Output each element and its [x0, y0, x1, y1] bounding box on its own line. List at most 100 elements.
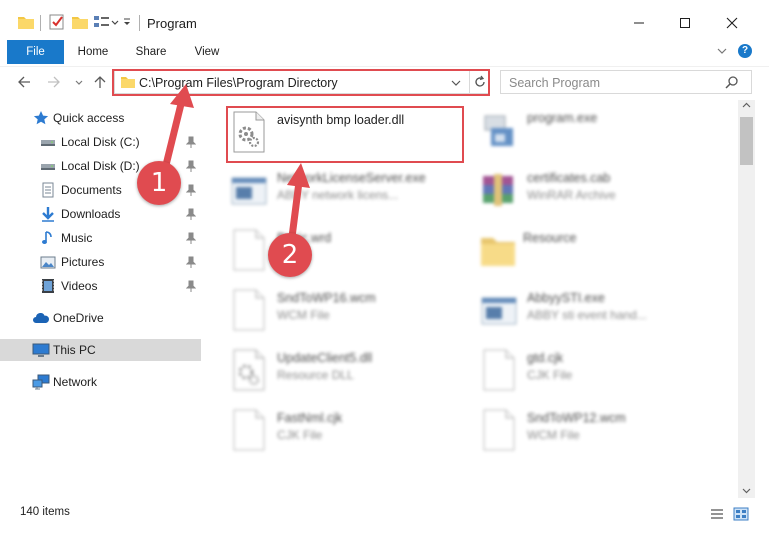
scrollbar-thumb[interactable]: [740, 117, 753, 165]
sidebar-item-music[interactable]: Music: [0, 227, 201, 249]
file-name: FastNml.cjk: [277, 411, 343, 425]
documents-icon: [40, 182, 56, 198]
pin-icon[interactable]: [186, 184, 196, 196]
step-1-marker: 1: [137, 161, 181, 205]
file-type: WCM File: [527, 428, 580, 442]
customize-toolbar-icon[interactable]: [122, 13, 132, 31]
arrow-up-icon: [94, 76, 106, 88]
search-icon[interactable]: [725, 75, 739, 89]
sidebar-item-quick-access[interactable]: Quick access: [0, 107, 201, 129]
file-item-fastnml-cjk[interactable]: FastNml.cjk CJK File: [229, 406, 469, 458]
window-app-icon: [479, 288, 519, 332]
help-icon[interactable]: ?: [738, 44, 752, 58]
file-item-sndtowp16-wcm[interactable]: SndToWP16.wcm WCM File: [229, 286, 469, 338]
file-type: Resource DLL: [277, 368, 354, 382]
network-icon: [32, 374, 50, 390]
chevron-down-icon[interactable]: [110, 13, 120, 31]
file-item-abbyysti-exe[interactable]: AbbyySTI.exe ABBY sti event hand...: [479, 286, 719, 338]
new-folder-icon[interactable]: [71, 13, 89, 31]
file-item-networklicenseserver-exe[interactable]: NetworkLicenseServer.exe ABBY network li…: [229, 166, 469, 218]
vertical-scrollbar[interactable]: [738, 100, 755, 498]
sidebar-item-onedrive[interactable]: OneDrive: [0, 307, 201, 329]
file-type: CJK File: [277, 428, 323, 442]
blank-file-icon: [229, 408, 269, 452]
tab-share[interactable]: Share: [128, 40, 174, 64]
folder-icon[interactable]: [17, 13, 35, 31]
tab-file[interactable]: File: [7, 40, 64, 64]
large-icons-view-icon[interactable]: [733, 507, 749, 521]
window-app-icon: [229, 168, 269, 212]
close-icon: [726, 17, 738, 29]
file-name: SndToWP12.wcm: [527, 411, 626, 425]
file-type: WinRAR Archive: [527, 188, 616, 202]
file-name: Resource: [523, 231, 577, 245]
view-options-icon[interactable]: [93, 13, 111, 31]
arrow-left-icon: [18, 76, 30, 88]
file-item-gtd-cjk[interactable]: gtd.cjk CJK File: [479, 346, 719, 398]
minimize-icon: [634, 22, 644, 24]
chevron-down-icon: [75, 80, 83, 85]
sidebar-item-this-pc[interactable]: This PC: [0, 339, 201, 361]
up-button[interactable]: [92, 75, 108, 89]
file-name: gtd.cjk: [527, 351, 564, 365]
tab-view[interactable]: View: [184, 40, 230, 64]
music-icon: [40, 230, 56, 246]
forward-button[interactable]: [46, 75, 62, 89]
pin-icon[interactable]: [186, 232, 196, 244]
sidebar-item-label: This PC: [53, 343, 96, 357]
file-list: avisynth bmp loader.dll program.exe Netw…: [204, 100, 737, 498]
pin-icon[interactable]: [186, 280, 196, 292]
sidebar-item-videos[interactable]: Videos: [0, 275, 201, 297]
file-name: SndToWP16.wcm: [277, 291, 376, 305]
target-file-highlight: [226, 106, 464, 163]
pin-icon[interactable]: [186, 256, 196, 268]
search-box[interactable]: Search Program: [500, 70, 752, 94]
winrar-icon: [479, 168, 519, 212]
sidebar-item-label: Downloads: [61, 207, 121, 221]
details-view-icon[interactable]: [709, 507, 725, 521]
file-item-sndtowp12-wcm[interactable]: SndToWP12.wcm WCM File: [479, 406, 719, 458]
maximize-button[interactable]: [662, 9, 708, 37]
expand-ribbon-icon[interactable]: [716, 44, 728, 58]
download-icon: [40, 206, 56, 222]
maximize-icon: [680, 18, 690, 28]
file-item-certificates-cab[interactable]: certificates.cab WinRAR Archive: [479, 166, 719, 218]
tab-home[interactable]: Home: [70, 40, 116, 64]
pin-icon[interactable]: [186, 160, 196, 172]
sidebar-item-label: Videos: [61, 279, 98, 293]
sidebar-item-downloads[interactable]: Downloads: [0, 203, 201, 225]
videos-icon: [40, 278, 56, 294]
toolbar-separator: [40, 15, 41, 31]
sidebar-item-label: OneDrive: [53, 311, 104, 325]
file-item-basic-wrd[interactable]: Basic.wrd File: [229, 226, 469, 278]
sidebar-item-local-disk-c[interactable]: Local Disk (C:): [0, 131, 201, 153]
properties-icon[interactable]: [48, 13, 66, 31]
pin-icon[interactable]: [186, 208, 196, 220]
scroll-down-icon[interactable]: [742, 488, 751, 494]
close-button[interactable]: [709, 9, 755, 37]
search-input[interactable]: Search Program: [509, 76, 600, 90]
toolbar-separator: [139, 15, 140, 31]
file-name: certificates.cab: [527, 171, 611, 185]
file-type: ABBY sti event hand...: [527, 308, 647, 322]
arrow-right-icon: [48, 76, 60, 88]
drive-icon: [40, 158, 56, 174]
sidebar-item-network[interactable]: Network: [0, 371, 201, 393]
window-title: Program: [147, 16, 197, 31]
sidebar-item-pictures[interactable]: Pictures: [0, 251, 201, 273]
navigation-pane: Quick access Local Disk (C:) Local Disk …: [0, 100, 203, 498]
item-count: 140 items: [20, 506, 70, 518]
back-button[interactable]: [16, 75, 32, 89]
folder-icon: [479, 228, 519, 272]
sidebar-item-label: Documents: [61, 183, 122, 197]
scroll-up-icon[interactable]: [742, 102, 751, 108]
file-item-program-exe[interactable]: program.exe: [479, 106, 719, 158]
status-bar: 140 items: [0, 500, 769, 528]
recent-locations-button[interactable]: [74, 75, 84, 89]
pin-icon[interactable]: [186, 136, 196, 148]
file-item-resource-folder[interactable]: Resource: [479, 226, 719, 278]
minimize-button[interactable]: [616, 9, 662, 37]
file-item-updateclient5-dll[interactable]: UpdateClient5.dll Resource DLL: [229, 346, 469, 398]
sidebar-item-label: Local Disk (D:): [61, 159, 140, 173]
drive-icon: [40, 134, 56, 150]
